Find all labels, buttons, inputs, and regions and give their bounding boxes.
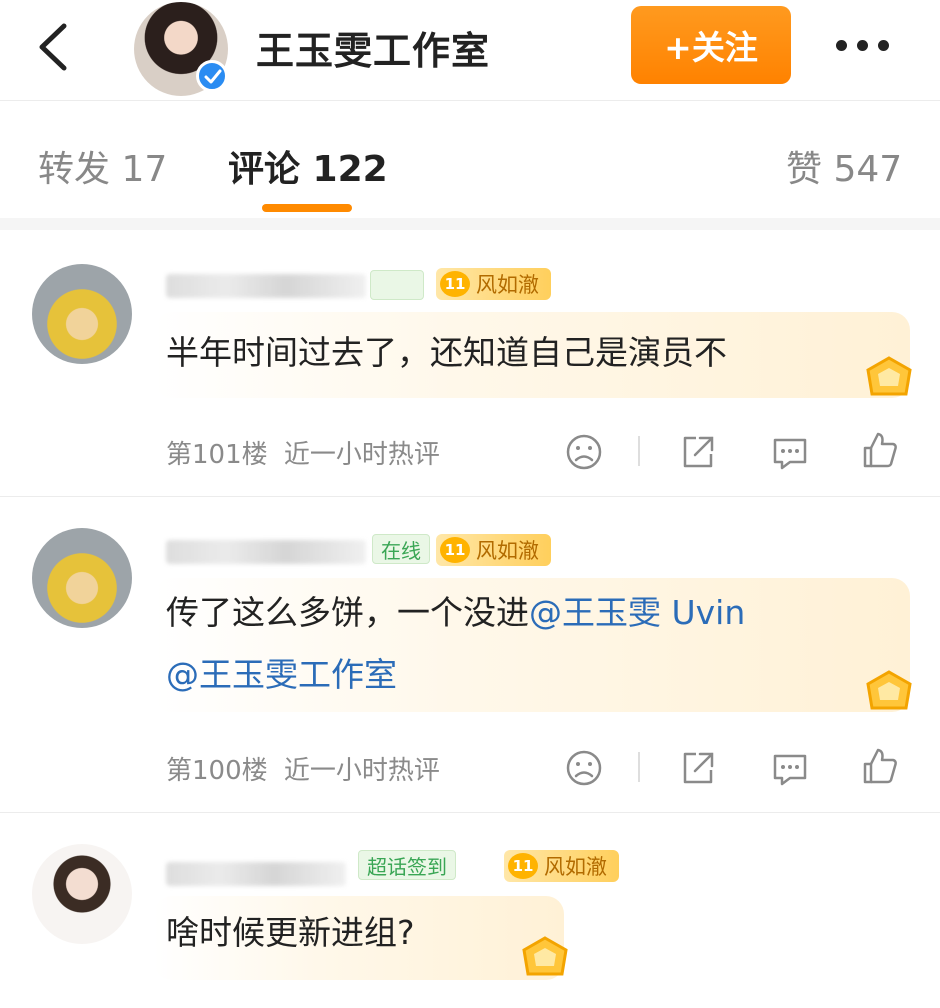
avatar[interactable] xyxy=(32,264,132,364)
comment-icon[interactable] xyxy=(770,432,810,472)
gem-icon xyxy=(866,670,912,710)
share-icon[interactable] xyxy=(678,748,718,788)
username-redacted[interactable] xyxy=(166,274,366,298)
share-icon[interactable] xyxy=(678,432,718,472)
comment-text-plain: 传了这么多饼，一个没进 xyxy=(166,593,529,632)
comment-text: 传了这么多饼，一个没进@王玉雯 Uvin @王玉雯工作室 xyxy=(166,582,745,706)
gem-icon xyxy=(522,936,568,976)
hot-label: 近一小时热评 xyxy=(283,756,440,786)
more-dots-icon[interactable] xyxy=(836,30,900,60)
level-number: 11 xyxy=(440,537,470,563)
sad-face-icon[interactable] xyxy=(564,432,604,472)
fan-level-badge: 11 风如澈 xyxy=(504,850,619,882)
avatar[interactable] xyxy=(32,844,132,944)
level-title: 风如澈 xyxy=(544,855,607,879)
username-redacted[interactable] xyxy=(166,862,346,886)
comment-meta: 第101楼 近一小时热评 xyxy=(166,434,440,471)
sad-face-icon[interactable] xyxy=(564,748,604,788)
comment-text: 半年时间过去了，还知道自己是演员不 xyxy=(166,333,727,372)
chevron-left-icon xyxy=(39,23,67,71)
level-title: 风如澈 xyxy=(476,273,539,297)
mention-link[interactable]: @王玉雯工作室 xyxy=(166,655,397,694)
tab-bar: 转发 17 评论 122 赞 547 xyxy=(0,100,940,218)
gem-icon xyxy=(866,356,912,396)
fan-level-badge: 11 风如澈 xyxy=(436,268,551,300)
comment-text: 啥时候更新进组? xyxy=(166,913,415,952)
comment-icon[interactable] xyxy=(770,748,810,788)
tab-reposts[interactable]: 转发 17 xyxy=(38,140,167,192)
comment-item: 在线 11 风如澈 传了这么多饼，一个没进@王玉雯 Uvin @王玉雯工作室 第… xyxy=(0,496,940,812)
thumbs-up-icon[interactable] xyxy=(860,746,900,786)
floor-number: 第101楼 xyxy=(166,440,268,470)
level-number: 11 xyxy=(440,271,470,297)
verified-icon xyxy=(196,60,228,92)
section-separator xyxy=(0,218,940,230)
floor-number: 第100楼 xyxy=(166,756,268,786)
account-name[interactable]: 王玉雯工作室 xyxy=(256,20,490,75)
level-title: 风如澈 xyxy=(476,539,539,563)
follow-button[interactable]: +关注 xyxy=(631,6,791,84)
thumbs-up-icon[interactable] xyxy=(860,430,900,470)
avatar[interactable] xyxy=(32,528,132,628)
level-number: 11 xyxy=(508,853,538,879)
action-divider xyxy=(638,436,640,466)
action-divider xyxy=(638,752,640,782)
top-bar: 王玉雯工作室 +关注 xyxy=(0,0,940,96)
comment-item: 11 风如澈 半年时间过去了，还知道自己是演员不 第101楼 近一小时热评 xyxy=(0,230,940,496)
mention-link[interactable]: @王玉雯 Uvin xyxy=(529,593,745,632)
status-badge xyxy=(370,270,424,300)
back-button[interactable] xyxy=(34,22,74,72)
username-redacted[interactable] xyxy=(166,540,366,564)
status-badge: 超话签到 xyxy=(358,850,456,880)
tab-likes[interactable]: 赞 547 xyxy=(786,140,902,192)
tab-comments[interactable]: 评论 122 xyxy=(228,140,388,192)
hot-label: 近一小时热评 xyxy=(283,440,440,470)
comment-item: 超话签到 11 风如澈 啥时候更新进组? xyxy=(0,812,940,1008)
fan-level-badge: 11 风如澈 xyxy=(436,534,551,566)
status-badge: 在线 xyxy=(372,534,430,564)
active-tab-indicator xyxy=(262,204,352,212)
comment-meta: 第100楼 近一小时热评 xyxy=(166,750,440,787)
